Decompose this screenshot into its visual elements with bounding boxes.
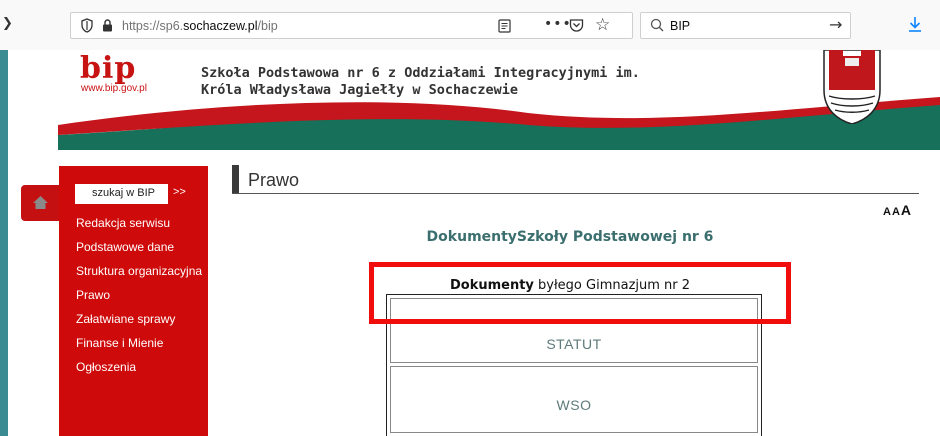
reader-view-icon[interactable] — [498, 19, 511, 33]
tracking-shield-icon[interactable] — [81, 18, 93, 33]
pocket-icon[interactable] — [569, 18, 584, 33]
lock-icon[interactable] — [102, 19, 113, 32]
bookmark-star-icon[interactable]: ☆ — [595, 15, 610, 35]
site-header: bip www.bip.gov.pl Szkoła Podstawowa nr … — [58, 50, 940, 150]
search-bar[interactable]: BIP → — [640, 12, 851, 39]
sidebar-item-podstawowe-dane[interactable]: Podstawowe dane — [76, 240, 206, 255]
url-path: /bip — [257, 19, 278, 33]
page-actions-icon[interactable]: ••• — [544, 16, 572, 32]
go-arrow-icon[interactable]: → — [829, 15, 842, 34]
bip-logo-url[interactable]: www.bip.gov.pl — [81, 83, 147, 94]
bip-search-button[interactable]: szukaj w BIP — [75, 184, 168, 204]
home-icon — [33, 196, 48, 209]
sidebar-nav: Redakcja serwisu Podstawowe dane Struktu… — [76, 216, 206, 384]
search-icon — [650, 18, 664, 32]
bip-search-go[interactable]: >> — [173, 186, 186, 198]
red-highlight-box — [369, 262, 791, 324]
font-size-medium[interactable]: A — [892, 206, 901, 218]
title-accent-bar — [232, 165, 239, 194]
bip-logo[interactable]: bip — [80, 54, 136, 84]
url-bar[interactable]: https://sp6.sochaczew.pl/bip ••• ☆ — [70, 12, 633, 39]
font-size-small[interactable]: A — [883, 206, 892, 218]
sidebar-chevron-icon[interactable]: ❯ — [2, 16, 13, 31]
home-button[interactable] — [21, 185, 59, 221]
url-text[interactable]: https://sp6.sochaczew.pl/bip — [122, 19, 278, 33]
school-name: Szkoła Podstawowa nr 6 z Oddziałami Inte… — [201, 65, 640, 99]
url-domain: sochaczew.pl — [183, 19, 258, 33]
header-wave — [58, 97, 940, 150]
browser-toolbar: ❯ https://sp6.sochaczew.pl/bip ••• ☆ BIP… — [0, 0, 940, 50]
city-crest — [823, 50, 881, 124]
sidebar-item-prawo[interactable]: Prawo — [76, 288, 206, 303]
document-wso-link[interactable]: WSO — [390, 366, 758, 433]
sidebar-item-finanse[interactable]: Finanse i Mienie — [76, 336, 206, 351]
left-edge-strip — [0, 50, 8, 436]
sidebar-item-struktura[interactable]: Struktura organizacyjna — [76, 264, 206, 279]
page-title: Prawo — [248, 170, 300, 190]
font-size-controls: AAA — [883, 202, 912, 218]
school-name-line1: Szkoła Podstawowa nr 6 z Oddziałami Inte… — [201, 65, 640, 81]
font-size-large[interactable]: A — [901, 202, 912, 218]
sidebar-item-zalatwiane-sprawy[interactable]: Załatwiane sprawy — [76, 312, 206, 327]
sidebar-item-redakcja[interactable]: Redakcja serwisu — [76, 216, 206, 231]
title-divider — [232, 193, 919, 194]
sidebar: szukaj w BIP >> Redakcja serwisu Podstaw… — [59, 166, 208, 436]
documents-heading: DokumentySzkoły Podstawowej nr 6 — [426, 229, 714, 245]
download-icon[interactable] — [907, 15, 923, 33]
search-input[interactable]: BIP — [670, 19, 690, 33]
sidebar-item-ogloszenia[interactable]: Ogłoszenia — [76, 360, 206, 375]
url-prefix: https://sp6. — [122, 19, 184, 33]
